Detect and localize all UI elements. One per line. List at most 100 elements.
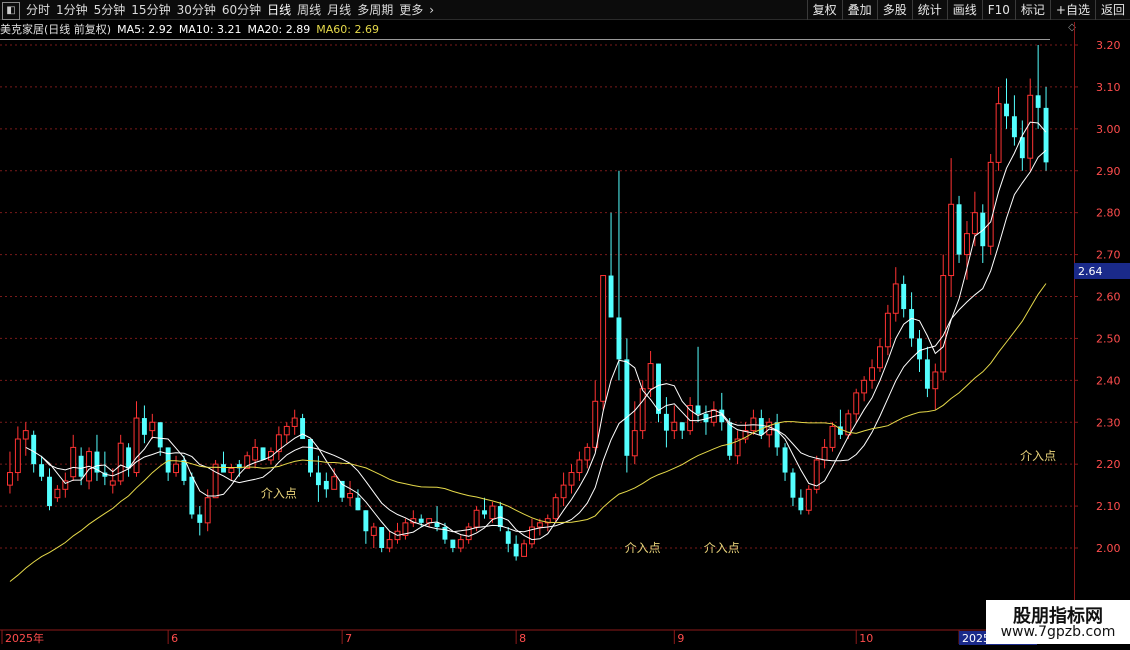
y-tick-label: 2.00 bbox=[1096, 542, 1121, 555]
candle-body-down bbox=[308, 439, 313, 473]
candle-body-up bbox=[576, 459, 583, 474]
candle-body-up bbox=[204, 497, 211, 524]
candle-body-down bbox=[1011, 116, 1017, 138]
y-tick-label: 3.20 bbox=[1096, 39, 1121, 52]
candle-body-down bbox=[505, 531, 511, 544]
candle-body-down bbox=[418, 518, 424, 523]
candle-body-up bbox=[149, 421, 156, 432]
y-tick-label: 2.40 bbox=[1096, 374, 1121, 387]
y-tick-label: 2.20 bbox=[1096, 458, 1121, 471]
candle-body-up bbox=[829, 425, 836, 448]
x-tick-label: 6 bbox=[171, 632, 178, 645]
candle-body-up bbox=[14, 438, 21, 474]
candle-body-up bbox=[70, 446, 77, 478]
price-grid bbox=[0, 44, 1074, 549]
price-axis: 3.20 3.10 3.00 2.90 2.80 2.70 2.60 2.50 2.40 2.30… bbox=[1074, 39, 1130, 555]
candle-body-down bbox=[379, 527, 385, 548]
moving-average-lines bbox=[9, 121, 1047, 582]
x-tick-label: 10 bbox=[859, 632, 873, 645]
candle-body-up bbox=[987, 161, 994, 247]
current-price-label: 2.64 bbox=[1078, 265, 1103, 278]
candle-body-down bbox=[339, 480, 345, 498]
candle-body-up bbox=[283, 425, 290, 436]
candle-body-up bbox=[173, 463, 179, 474]
candle-body-up bbox=[212, 463, 219, 499]
candlestick-chart[interactable]: 介入点介入点 介入点介入点 3.203.103.002.902.802.702.6… bbox=[0, 0, 1130, 650]
y-tick-label: 2.70 bbox=[1096, 249, 1121, 262]
candle-body-down bbox=[39, 464, 45, 477]
watermark-url: www.7gpzb.com bbox=[1000, 624, 1116, 640]
candle-body-up bbox=[877, 346, 883, 369]
candle-body-up bbox=[861, 379, 868, 394]
y-tick-label: 2.60 bbox=[1096, 291, 1121, 304]
candle-body-up bbox=[948, 203, 955, 277]
candle-body-down bbox=[323, 480, 329, 490]
candle-body-up bbox=[347, 493, 353, 499]
candle-body-up bbox=[869, 367, 875, 381]
candle-body-down bbox=[300, 418, 306, 440]
ma5-line bbox=[25, 121, 1047, 541]
y-tick-label: 2.50 bbox=[1096, 332, 1121, 345]
candle-body-up bbox=[252, 446, 259, 461]
entry-point-label: 介入点 bbox=[1020, 449, 1056, 463]
candle-body-up bbox=[560, 484, 567, 499]
candle-body-down bbox=[513, 543, 519, 557]
candle-body-up bbox=[995, 103, 1002, 163]
candle-body-down bbox=[790, 472, 796, 498]
candle-body-down bbox=[157, 422, 163, 448]
candle-body-up bbox=[489, 505, 496, 520]
candle-body-down bbox=[355, 497, 361, 511]
y-tick-label: 2.90 bbox=[1096, 165, 1121, 178]
candle-body-up bbox=[964, 233, 970, 256]
candle-body-down bbox=[608, 275, 614, 318]
candle-body-up bbox=[853, 392, 860, 415]
candle-body-up bbox=[592, 400, 599, 448]
candle-body-up bbox=[54, 488, 61, 499]
candle-body-up bbox=[228, 467, 235, 474]
entry-point-label: 介入点 bbox=[261, 487, 297, 501]
candle-body-up bbox=[457, 539, 464, 549]
candle-body-up bbox=[805, 488, 812, 511]
candle-body-up bbox=[291, 417, 298, 427]
candle-body-down bbox=[909, 309, 915, 339]
y-tick-label: 2.30 bbox=[1096, 416, 1121, 429]
candle-body-up bbox=[133, 417, 140, 474]
candle-body-down bbox=[197, 514, 203, 523]
candle-body-down bbox=[31, 434, 37, 465]
candle-body-up bbox=[639, 388, 646, 432]
candle-body-up bbox=[7, 472, 13, 486]
candle-body-down bbox=[616, 317, 622, 360]
candle-body-up bbox=[631, 430, 638, 457]
entry-point-label: 介入点 bbox=[625, 541, 661, 555]
y-tick-label: 3.10 bbox=[1096, 81, 1121, 94]
candle-body-up bbox=[552, 497, 559, 520]
candle-body-up bbox=[971, 212, 978, 235]
candle-body-down bbox=[798, 497, 804, 511]
candle-body-up bbox=[22, 430, 29, 440]
y-tick-label: 2.80 bbox=[1096, 207, 1121, 220]
candle-body-down bbox=[315, 472, 321, 486]
candle-body-down bbox=[624, 359, 630, 456]
candle-body-down bbox=[917, 338, 922, 360]
candle-body-down bbox=[141, 418, 147, 435]
candle-body-down bbox=[663, 413, 669, 431]
candle-body-up bbox=[821, 446, 828, 461]
candle-body-up bbox=[473, 509, 480, 528]
candle-body-up bbox=[568, 472, 575, 486]
candle-body-down bbox=[980, 212, 986, 247]
candle-body-up bbox=[647, 363, 654, 390]
candle-body-down bbox=[901, 283, 907, 310]
candle-body-up bbox=[584, 446, 591, 461]
y-tick-label: 2.10 bbox=[1096, 500, 1121, 513]
candle-body-down bbox=[482, 510, 487, 515]
x-tick-label: 9 bbox=[677, 632, 684, 645]
candle-body-down bbox=[434, 522, 440, 528]
candle-body-up bbox=[600, 275, 607, 402]
candle-body-down bbox=[695, 405, 701, 414]
candle-body-down bbox=[1004, 103, 1009, 117]
candle-body-down bbox=[260, 447, 266, 460]
x-tick-label: 2025年 bbox=[5, 631, 44, 645]
candle-body-up bbox=[940, 275, 947, 373]
date-axis: 2025年6789102025/10/24/五1112 bbox=[0, 629, 1074, 645]
candle-body-down bbox=[758, 418, 764, 435]
